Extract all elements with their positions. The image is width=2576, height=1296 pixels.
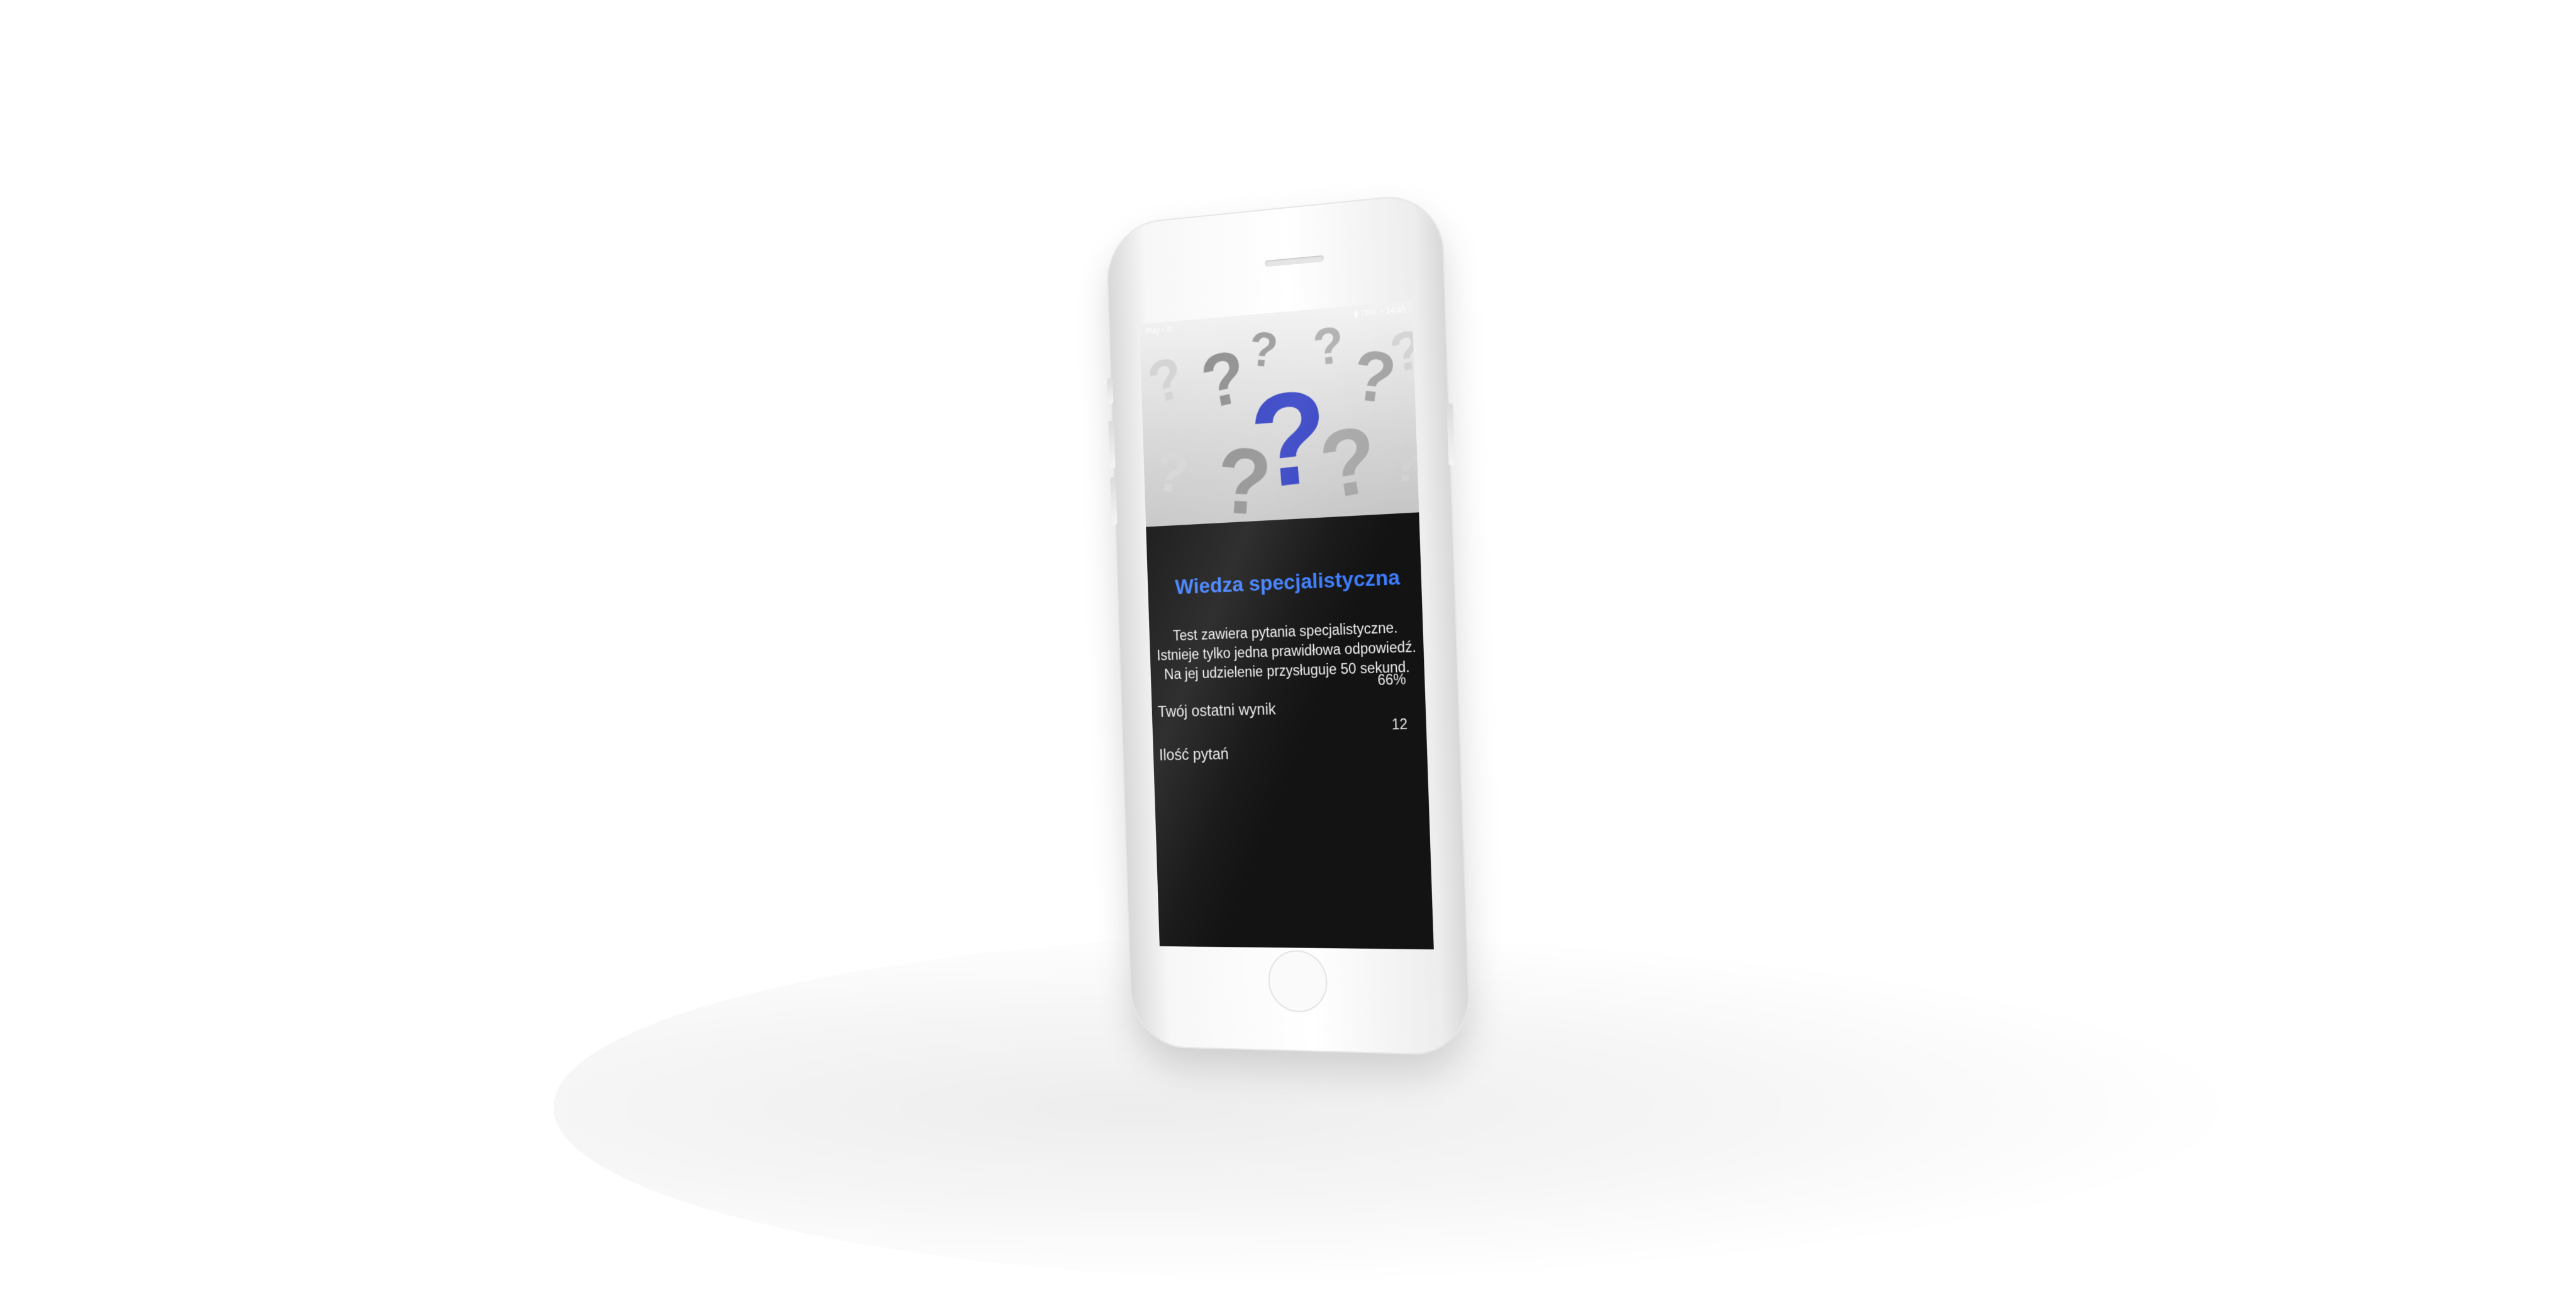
question-mark-icon: ? xyxy=(1390,435,1419,490)
phone-body: Play ◦ ✆ ▮ 79% ◔ 14:45 ? ? ? ? ? ? ? ? ?… xyxy=(1106,191,1472,1056)
question-count-value: 12 xyxy=(1391,716,1407,734)
volume-down-button xyxy=(1110,477,1117,525)
status-right-indicators: ▮ 79% ◔ 14:45 xyxy=(1354,304,1406,319)
last-score-row: 66% Twój ostatni wynik xyxy=(1157,671,1419,722)
question-mark-icon: ? xyxy=(1143,347,1190,414)
home-button xyxy=(1267,950,1328,1013)
last-score-value: 66% xyxy=(1377,671,1406,689)
phone-mockup: Play ◦ ✆ ▮ 79% ◔ 14:45 ? ? ? ? ? ? ? ? ?… xyxy=(1106,191,1472,1056)
volume-up-button xyxy=(1108,421,1115,469)
question-mark-icon: ? xyxy=(1196,338,1251,421)
phone-screen: Play ◦ ✆ ▮ 79% ◔ 14:45 ? ? ? ? ? ? ? ? ?… xyxy=(1140,301,1434,949)
question-mark-icon: ? xyxy=(1152,443,1192,503)
status-left-indicators: Play ◦ ✆ xyxy=(1145,325,1173,337)
question-mark-icon: ? xyxy=(1246,369,1333,510)
last-score-label: Twój ostatni wynik xyxy=(1157,700,1276,721)
earpiece-speaker xyxy=(1265,255,1324,267)
hero-banner: Play ◦ ✆ ▮ 79% ◔ 14:45 ? ? ? ? ? ? ? ? ?… xyxy=(1140,301,1419,527)
power-button xyxy=(1446,403,1455,466)
question-count-row: 12 Ilość pytań xyxy=(1158,715,1421,764)
quiz-info-panel: Wiedza specjalistyczna Test zawiera pyta… xyxy=(1146,512,1434,949)
question-count-label: Ilość pytań xyxy=(1159,746,1229,765)
silent-switch xyxy=(1107,378,1113,404)
quiz-title: Wiedza specjalistyczna xyxy=(1175,565,1401,600)
